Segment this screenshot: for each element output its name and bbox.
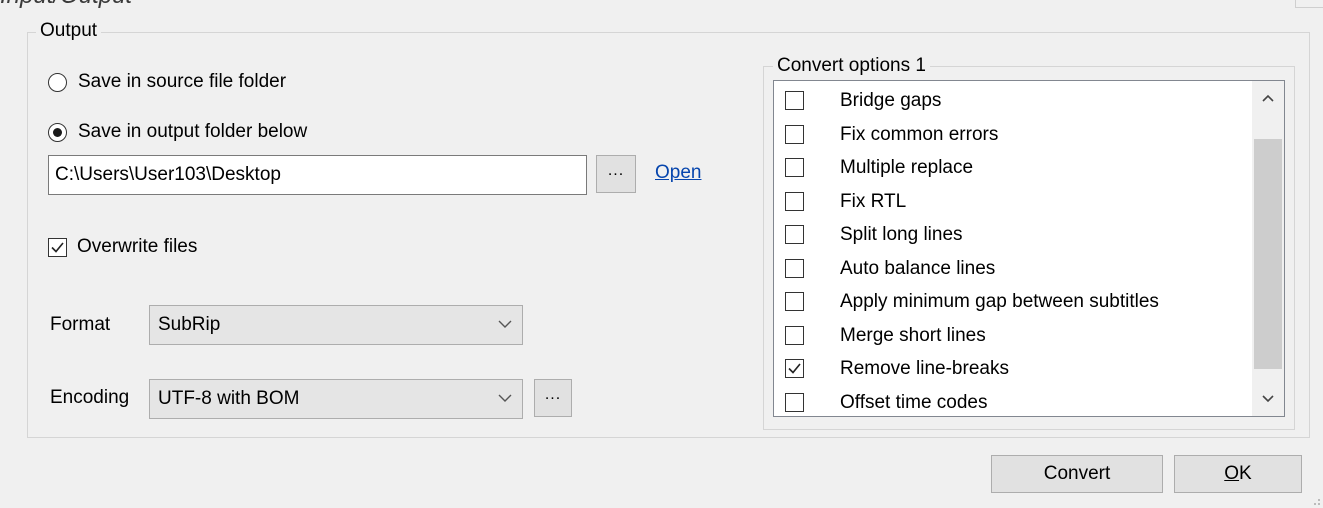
output-group-legend: Output — [36, 20, 102, 42]
checkmark-icon — [788, 363, 801, 374]
ok-label-rest: K — [1239, 463, 1252, 484]
radio-dot — [53, 128, 62, 137]
option-checkbox[interactable] — [785, 225, 804, 244]
ok-button[interactable]: OK — [1174, 455, 1302, 493]
output-folder-input[interactable]: C:\Users\User103\Desktop — [48, 155, 587, 195]
option-checkbox[interactable] — [785, 91, 804, 110]
save-in-output-label[interactable]: Save in output folder below — [78, 121, 307, 143]
format-label: Format — [50, 314, 111, 335]
list-item[interactable]: Offset time codes — [774, 387, 1254, 417]
list-item[interactable]: Bridge gaps — [774, 85, 1254, 118]
option-label: Fix common errors — [840, 123, 999, 145]
resize-grip-icon[interactable] — [1311, 496, 1321, 506]
option-label: Auto balance lines — [840, 257, 996, 279]
chevron-down-icon — [498, 320, 512, 328]
list-item[interactable]: Remove line-breaks — [774, 353, 1254, 386]
scroll-thumb[interactable] — [1254, 139, 1282, 369]
encoding-label: Encoding — [50, 387, 130, 408]
overwrite-files-checkbox[interactable] — [48, 238, 67, 257]
format-select-value: SubRip — [158, 314, 221, 335]
list-item[interactable]: Fix RTL — [774, 186, 1254, 219]
convert-button-label: Convert — [1043, 463, 1111, 484]
save-in-output-radio[interactable] — [48, 123, 67, 142]
save-in-output-radio-option[interactable]: Save in output folder below — [48, 121, 368, 145]
option-label: Apply minimum gap between subtitles — [840, 291, 1159, 312]
list-item[interactable]: Fix common errors — [774, 119, 1254, 152]
open-folder-link[interactable]: Open — [655, 162, 701, 184]
list-item[interactable]: Merge short lines — [774, 320, 1254, 353]
list-item[interactable]: Split long lines — [774, 219, 1254, 252]
convert-button[interactable]: Convert — [991, 455, 1163, 493]
option-label: Offset time codes — [840, 391, 988, 413]
ok-mnemonic-letter: O — [1224, 463, 1240, 484]
chevron-down-icon — [498, 394, 512, 402]
clipped-header-text: Input/Output — [0, 0, 132, 10]
checkmark-icon — [51, 242, 64, 253]
convert-options-legend: Convert options 1 — [773, 55, 930, 77]
chevron-up-icon — [1262, 94, 1274, 102]
option-checkbox[interactable] — [785, 325, 804, 345]
chevron-down-icon — [1262, 395, 1274, 403]
option-label: Merge short lines — [840, 324, 986, 346]
option-checkbox[interactable] — [785, 258, 804, 278]
option-label: Bridge gaps — [840, 90, 942, 111]
option-checkbox[interactable] — [785, 392, 804, 412]
encoding-select[interactable]: UTF-8 with BOM — [149, 379, 523, 419]
browse-folder-button[interactable]: ... — [596, 155, 636, 193]
option-label: Multiple replace — [840, 157, 974, 178]
list-item[interactable]: Auto balance lines — [774, 253, 1254, 286]
overwrite-files-label[interactable]: Overwrite files — [77, 236, 197, 258]
option-checkbox[interactable] — [785, 359, 804, 378]
save-in-source-radio-option[interactable]: Save in source file folder — [48, 71, 368, 95]
option-checkbox[interactable] — [785, 292, 804, 311]
encoding-select-value: UTF-8 with BOM — [158, 388, 300, 409]
option-label: Split long lines — [840, 224, 963, 245]
list-item[interactable]: Multiple replace — [774, 152, 1254, 185]
option-checkbox[interactable] — [785, 158, 804, 177]
save-in-source-label[interactable]: Save in source file folder — [78, 71, 286, 93]
overwrite-files-option[interactable]: Overwrite files — [48, 236, 248, 260]
save-in-source-radio[interactable] — [48, 73, 67, 92]
option-checkbox[interactable] — [785, 191, 804, 211]
format-select[interactable]: SubRip — [149, 305, 523, 345]
window-corner-fragment — [1295, 0, 1323, 8]
convert-options-list[interactable]: Bridge gaps Fix common errors Multiple rep… — [773, 80, 1285, 417]
scroll-down-arrow[interactable] — [1252, 382, 1284, 416]
option-label: Remove line-breaks — [840, 358, 1009, 379]
option-checkbox[interactable] — [785, 124, 804, 144]
list-scrollbar[interactable] — [1252, 81, 1284, 416]
encoding-more-button[interactable]: ... — [534, 379, 572, 417]
list-item[interactable]: Apply minimum gap between subtitles — [774, 286, 1254, 319]
option-label: Fix RTL — [840, 190, 907, 212]
scroll-up-arrow[interactable] — [1252, 81, 1284, 115]
